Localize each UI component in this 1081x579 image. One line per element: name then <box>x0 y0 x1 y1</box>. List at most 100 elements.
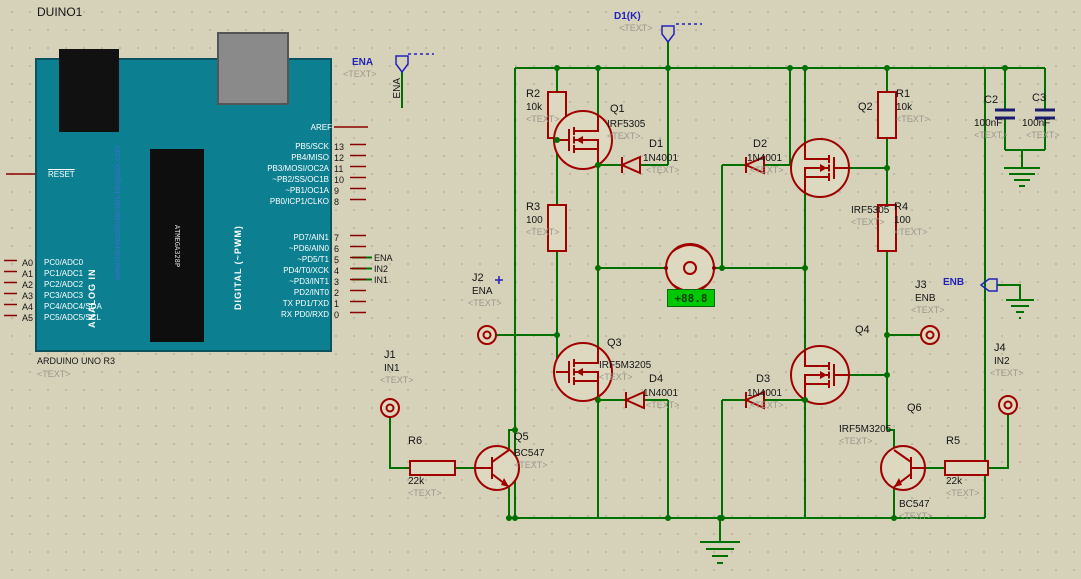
transistor-q5[interactable] <box>474 445 520 491</box>
enb-terminal[interactable] <box>979 278 998 292</box>
arduino-uno-component[interactable]: ATMEGA328P www.microcontrolandos.blogspo… <box>22 32 344 352</box>
d4-ref-label[interactable]: D4 <box>649 373 663 385</box>
wire-net-label[interactable]: IN1 <box>374 275 388 285</box>
pin-number[interactable]: A0 <box>22 258 38 268</box>
capacitor-c3[interactable] <box>1035 108 1055 120</box>
connector-j1[interactable] <box>380 398 400 418</box>
j3-value-label[interactable]: ENB <box>915 293 936 304</box>
pin-number[interactable]: 0 <box>334 310 348 320</box>
diode-d4[interactable] <box>623 390 645 410</box>
j3-ref-label[interactable]: J3 <box>915 279 927 291</box>
capacitor-c2[interactable] <box>995 108 1015 120</box>
q6-ref-label[interactable]: Q6 <box>907 402 922 414</box>
q1-ref-label[interactable]: Q1 <box>610 103 625 115</box>
gate-wires[interactable] <box>849 167 887 376</box>
c3-ref-label[interactable]: C3 <box>1032 92 1046 104</box>
j1-value-label[interactable]: IN1 <box>384 363 400 374</box>
q3-ref-label[interactable]: Q3 <box>607 337 622 349</box>
j2-ref-label[interactable]: J2 <box>472 272 484 284</box>
ena-net-label[interactable]: ENA <box>352 57 373 68</box>
q1-value-label[interactable]: IRF5305 <box>607 119 645 130</box>
pin-number[interactable]: A5 <box>22 313 38 323</box>
transistor-q6[interactable] <box>880 445 926 491</box>
pin-number[interactable]: 1 <box>334 299 348 309</box>
r3-ref-label[interactable]: R3 <box>526 201 540 213</box>
c2-value-label[interactable]: 100nF <box>974 118 1002 129</box>
q2-ref-label[interactable]: Q2 <box>858 101 873 113</box>
pin-number[interactable]: 9 <box>334 186 348 196</box>
r6-ref-label[interactable]: R6 <box>408 435 422 447</box>
pin-number[interactable]: 13 <box>334 142 348 152</box>
pin-number[interactable]: 3 <box>334 277 348 287</box>
j4-ref-label[interactable]: J4 <box>994 342 1006 354</box>
j4-value-label[interactable]: IN2 <box>994 356 1010 367</box>
d3-ref-label[interactable]: D3 <box>756 373 770 385</box>
j2-value-label[interactable]: ENA <box>472 286 493 297</box>
diode-d1[interactable] <box>619 155 641 175</box>
mosfet-q1[interactable] <box>553 110 613 170</box>
d1k-terminal[interactable] <box>661 23 702 44</box>
q6-value-label[interactable]: BC547 <box>899 499 930 510</box>
r1-ref-label[interactable]: R1 <box>896 88 910 100</box>
pin-number[interactable]: 11 <box>334 164 348 174</box>
pin-number[interactable]: 5 <box>334 255 348 265</box>
pin-number[interactable]: A1 <box>22 269 38 279</box>
d1k-net-label[interactable]: D1(K) <box>614 11 641 22</box>
d2-ref-label[interactable]: D2 <box>753 138 767 150</box>
r3-value-label[interactable]: 100 <box>526 215 543 226</box>
pin-number[interactable]: 6 <box>334 244 348 254</box>
ground-bottom[interactable] <box>1004 167 1040 187</box>
r6-value-label[interactable]: 22k <box>408 476 424 487</box>
connector-j2[interactable] <box>477 325 497 345</box>
pin-number[interactable]: A4 <box>22 302 38 312</box>
q4-value-label[interactable]: IRF5M3205 <box>839 424 891 435</box>
resistor-r6[interactable] <box>409 460 456 476</box>
q3-value-label[interactable]: IRF5M3205 <box>599 360 651 371</box>
arduino-ref-label[interactable]: DUINO1 <box>37 5 82 19</box>
r4-ref-label[interactable]: R4 <box>894 201 908 213</box>
d3-wires[interactable] <box>721 399 805 518</box>
pin-number[interactable]: 10 <box>334 175 348 185</box>
ground-enb[interactable] <box>1006 299 1034 319</box>
d4-wires[interactable] <box>598 399 669 518</box>
wire-net-label[interactable]: IN2 <box>374 264 388 274</box>
arduino-part-name[interactable]: ARDUINO UNO R3 <box>37 356 115 367</box>
mosfet-q2[interactable] <box>790 138 850 198</box>
resistor-r1[interactable] <box>877 91 897 139</box>
d1-value-label[interactable]: 1N4001 <box>643 153 678 164</box>
c2-ref-label[interactable]: C2 <box>984 94 998 106</box>
q5-ref-label[interactable]: Q5 <box>514 431 529 443</box>
wire-net-label[interactable]: ENA <box>374 253 393 263</box>
pin-number[interactable]: A3 <box>22 291 38 301</box>
d2-value-label[interactable]: 1N4001 <box>747 153 782 164</box>
q2-value-label[interactable]: IRF5305 <box>851 205 889 216</box>
pin-number[interactable]: 12 <box>334 153 348 163</box>
ground-capacitors[interactable] <box>700 518 740 564</box>
d4-value-label[interactable]: 1N4001 <box>643 388 678 399</box>
dc-motor[interactable] <box>664 243 716 293</box>
c3-value-label[interactable]: 100nF <box>1022 118 1050 129</box>
pin-number[interactable]: A2 <box>22 280 38 290</box>
mosfet-q4[interactable] <box>790 345 850 405</box>
pin-number[interactable]: 8 <box>334 197 348 207</box>
r2-value-label[interactable]: 10k <box>526 102 542 113</box>
connector-j3[interactable] <box>920 325 940 345</box>
schematic-canvas[interactable]: ATMEGA328P www.microcontrolandos.blogspo… <box>0 0 1081 579</box>
pin-number[interactable]: 2 <box>334 288 348 298</box>
enb-terminal-wire[interactable] <box>997 284 1021 300</box>
connector-j4[interactable] <box>998 395 1018 415</box>
d3-value-label[interactable]: 1N4001 <box>747 388 782 399</box>
resistor-r5[interactable] <box>944 460 989 476</box>
ena-terminal[interactable] <box>395 53 434 74</box>
pin-number[interactable]: 7 <box>334 233 348 243</box>
d1-ref-label[interactable]: D1 <box>649 138 663 150</box>
r2-ref-label[interactable]: R2 <box>526 88 540 100</box>
enb-net-label[interactable]: ENB <box>943 277 964 288</box>
r1-value-label[interactable]: 10k <box>896 102 912 113</box>
q5-value-label[interactable]: BC547 <box>514 448 545 459</box>
r5-value-label[interactable]: 22k <box>946 476 962 487</box>
r4-value-label[interactable]: 100 <box>894 215 911 226</box>
pin-number[interactable]: 4 <box>334 266 348 276</box>
q4-ref-label[interactable]: Q4 <box>855 324 870 336</box>
r5-ref-label[interactable]: R5 <box>946 435 960 447</box>
